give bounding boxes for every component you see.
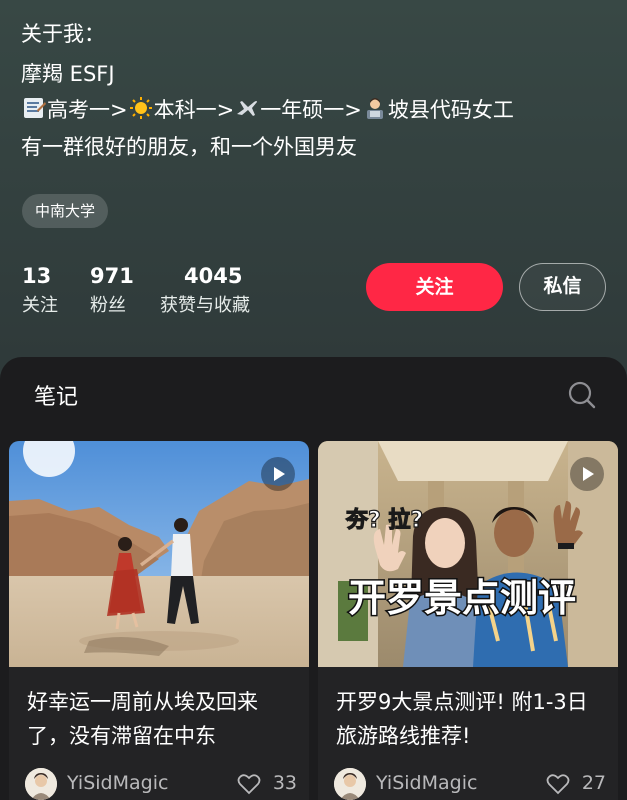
cover-big-caption: 开罗景点测评 — [348, 576, 576, 620]
note-title[interactable]: 开罗9大景点测评! 附1-3日旅游路线推荐! — [336, 685, 606, 753]
follow-button[interactable]: 关注 — [366, 263, 503, 311]
note-title[interactable]: 好幸运一周前从埃及回来了，没有滞留在中东 — [27, 685, 297, 753]
note-card[interactable]: 好幸运一周前从埃及回来了，没有滞留在中东 YiSidMagic 33 — [9, 441, 309, 800]
notes-panel: 笔记 好幸运一周前从埃及回来了，没有滞留在中东 YiSidMagic 33 夯?… — [0, 357, 627, 800]
message-button[interactable]: 私信 — [519, 263, 606, 311]
note-footer: YiSidMagic 27 — [334, 768, 606, 800]
like-count: 33 — [272, 772, 297, 794]
bio-mbti: 摩羯 ESFJ — [21, 62, 115, 86]
path-step-exam: 高考一> — [47, 98, 128, 122]
technologist-icon — [362, 96, 388, 127]
school-tag[interactable]: 中南大学 — [22, 194, 109, 228]
author-avatar[interactable] — [334, 768, 366, 800]
path-step-master: 一年硕一> — [260, 98, 362, 122]
path-step-undergrad: 本科一> — [153, 98, 235, 122]
sun-icon — [128, 96, 154, 127]
bio-path: 高考一> 本科一> 一年硕一> 坡县代码女工 — [21, 96, 514, 127]
stat-following[interactable]: 13 关注 — [22, 262, 58, 320]
airplane-icon — [234, 96, 260, 127]
stat-likes-collects[interactable]: 4045 获赞与收藏 — [160, 262, 250, 320]
path-step-job: 坡县代码女工 — [387, 98, 514, 122]
stat-likes-value: 4045 — [184, 264, 243, 288]
like-count: 27 — [581, 772, 606, 794]
note-footer: YiSidMagic 33 — [25, 768, 297, 800]
author-name[interactable]: YiSidMagic — [67, 772, 168, 794]
heart-icon[interactable] — [237, 773, 261, 795]
stat-followers-label: 粉丝 — [90, 295, 126, 316]
cover-question-text: 夯? 拉? — [345, 507, 423, 533]
exam-paper-icon — [21, 96, 47, 127]
stat-followers-value: 971 — [90, 264, 134, 288]
stat-likes-label: 获赞与收藏 — [160, 295, 250, 316]
video-play-icon — [261, 457, 295, 491]
heart-icon[interactable] — [546, 773, 570, 795]
search-icon[interactable] — [566, 379, 598, 411]
profile-header: 关于我： 摩羯 ESFJ 高考一> 本科一> 一年硕一> 坡县代码女工 有一群很… — [0, 0, 627, 360]
author-avatar[interactable] — [25, 768, 57, 800]
note-card[interactable]: 夯? 拉? 开罗景点测评 开罗9大景点测评! 附1-3日旅游路线推荐! YiSi… — [318, 441, 618, 800]
stat-following-label: 关注 — [22, 295, 58, 316]
video-play-icon — [570, 457, 604, 491]
bio-header: 关于我： — [21, 22, 105, 46]
stat-following-value: 13 — [22, 264, 52, 288]
author-name[interactable]: YiSidMagic — [376, 772, 477, 794]
stat-followers[interactable]: 971 粉丝 — [90, 262, 134, 320]
bio-friends: 有一群很好的朋友，和一个外国男友 — [21, 135, 357, 159]
notes-tab[interactable]: 笔记 — [34, 379, 78, 411]
